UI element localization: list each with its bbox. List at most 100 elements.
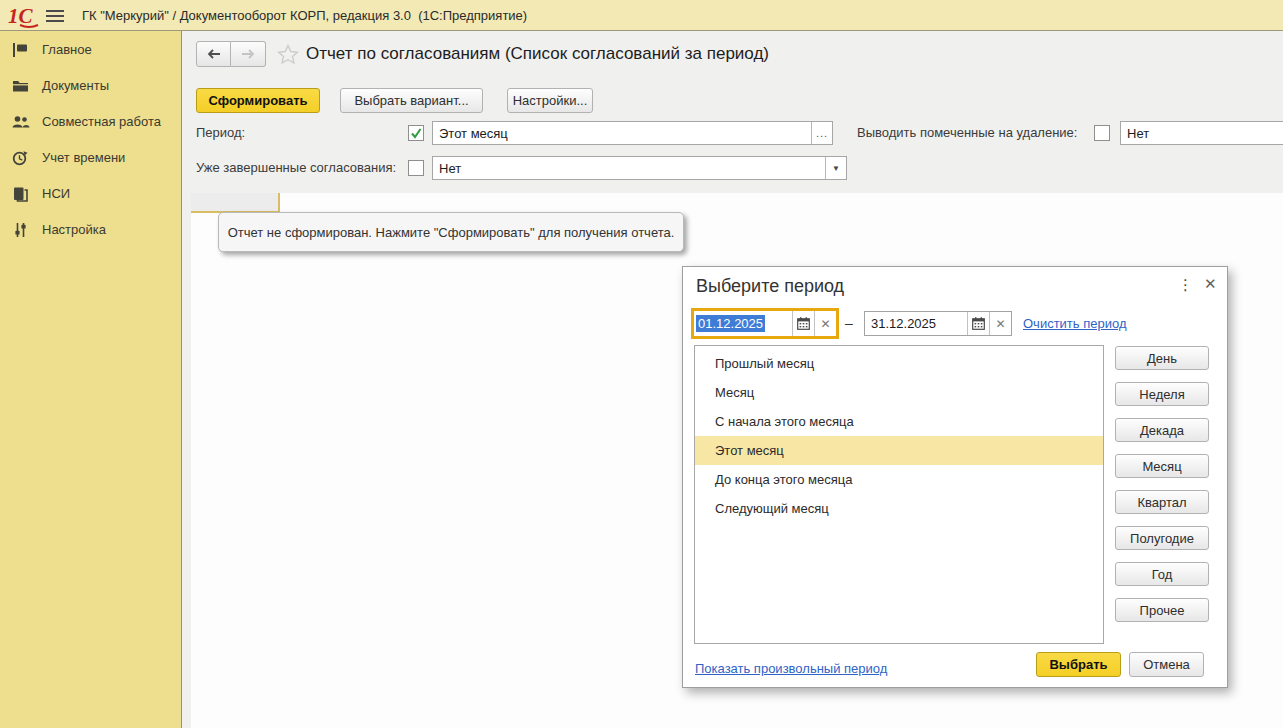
sidebar-item-collaboration[interactable]: Совместная работа: [0, 103, 181, 139]
period-unit-button[interactable]: Прочее: [1115, 598, 1209, 622]
date-from-clear-button[interactable]: ✕: [814, 311, 836, 336]
period-unit-buttons: День Неделя Декада Месяц Квартал Полугодие Год…: [1115, 346, 1209, 634]
book-icon: [12, 186, 29, 202]
finished-field[interactable]: Нет ▼: [432, 156, 847, 180]
flag-icon: [12, 42, 29, 58]
period-dialog: Выберите период ⋮ ✕ 01.12.2025 ✕ – 31.12…: [682, 266, 1228, 688]
deleted-field-value: Нет: [1121, 122, 1283, 144]
period-option-label: До конца этого месяца: [715, 472, 852, 487]
sidebar-item-documents[interactable]: Документы: [0, 67, 181, 103]
period-unit-label: Месяц: [1142, 459, 1181, 474]
cancel-button[interactable]: Отмена: [1129, 652, 1204, 677]
window-title: ГК "Меркурий" / Документооборот КОРП, ре…: [82, 8, 527, 23]
period-unit-label: Декада: [1140, 423, 1184, 438]
period-option-label: Следующий месяц: [715, 501, 829, 516]
sidebar-item-label: Настройка: [42, 222, 106, 237]
period-option-label: Этот месяц: [715, 443, 784, 458]
generate-button[interactable]: Сформировать: [196, 88, 320, 113]
date-from-input[interactable]: 01.12.2025: [694, 311, 792, 336]
deleted-checkbox[interactable]: [1094, 125, 1110, 141]
dialog-title: Выберите период: [696, 276, 844, 297]
period-field-value: Этот месяц: [433, 122, 811, 144]
period-option[interactable]: До конца этого месяца: [695, 465, 1103, 494]
calendar-icon: [797, 317, 810, 330]
clear-x-icon: ✕: [995, 317, 1005, 331]
date-to-input[interactable]: 31.12.2025: [865, 312, 967, 335]
period-unit-button[interactable]: Год: [1115, 562, 1209, 586]
finished-checkbox[interactable]: [408, 160, 424, 176]
page-title: Отчет по согласованиям (Список согласова…: [306, 44, 769, 64]
clock-icon: [12, 150, 29, 166]
period-checkbox[interactable]: [408, 125, 424, 141]
custom-period-link[interactable]: Показать произвольный период: [695, 661, 887, 676]
date-to-group: 31.12.2025 ✕: [864, 311, 1012, 336]
forward-arrow-icon: [240, 48, 256, 60]
period-unit-button[interactable]: День: [1115, 346, 1209, 370]
period-unit-button[interactable]: Полугодие: [1115, 526, 1209, 550]
select-button[interactable]: Выбрать: [1036, 652, 1121, 677]
back-button[interactable]: [196, 41, 231, 67]
date-from-group: 01.12.2025 ✕: [691, 308, 839, 339]
application-window: 1С ГК "Меркурий" / Документооборот КОРП,…: [0, 0, 1283, 728]
period-option[interactable]: Прошлый месяц: [695, 349, 1103, 378]
period-unit-button[interactable]: Декада: [1115, 418, 1209, 442]
dropdown-arrow-icon: ▼: [832, 164, 840, 173]
period-more-button[interactable]: ...: [811, 122, 832, 144]
date-to-calendar-button[interactable]: [967, 312, 989, 335]
date-to-value: 31.12.2025: [871, 316, 936, 331]
dialog-close-button[interactable]: ✕: [1204, 275, 1217, 293]
period-unit-label: Квартал: [1137, 495, 1186, 510]
deleted-label: Выводить помеченные на удаление:: [857, 121, 1077, 145]
period-unit-label: День: [1147, 351, 1177, 366]
sidebar-item-label: Совместная работа: [42, 114, 161, 129]
period-unit-label: Год: [1152, 567, 1173, 582]
date-from-calendar-button[interactable]: [792, 311, 814, 336]
period-options-list: Прошлый месяц Месяц С начала этого месяца Э…: [694, 345, 1104, 644]
clear-period-link[interactable]: Очистить период: [1023, 316, 1127, 331]
sidebar-item-settings[interactable]: Настройка: [0, 211, 181, 247]
finished-label: Уже завершенные согласования:: [196, 156, 396, 180]
period-field[interactable]: Этот месяц ...: [432, 121, 833, 145]
clear-x-icon: ✕: [820, 317, 830, 331]
favorite-star-icon[interactable]: [277, 44, 299, 65]
period-unit-label: Прочее: [1140, 603, 1185, 618]
period-unit-button[interactable]: Квартал: [1115, 490, 1209, 514]
period-option-label: Месяц: [715, 385, 754, 400]
dialog-menu-icon[interactable]: ⋮: [1178, 276, 1193, 294]
finished-field-value: Нет: [433, 157, 825, 179]
sidebar-item-label: Документы: [42, 78, 109, 93]
date-from-value: 01.12.2025: [696, 315, 765, 332]
settings-button[interactable]: Настройки...: [507, 88, 593, 113]
period-option[interactable]: Этот месяц: [695, 436, 1103, 465]
title-bar: 1С ГК "Меркурий" / Документооборот КОРП,…: [0, 0, 1283, 31]
sidebar-item-label: Учет времени: [42, 150, 125, 165]
period-option[interactable]: С начала этого месяца: [695, 407, 1103, 436]
finished-dropdown-button[interactable]: ▼: [825, 157, 846, 179]
date-to-clear-button[interactable]: ✕: [989, 312, 1011, 335]
back-arrow-icon: [206, 48, 222, 60]
sidebar-item-time-tracking[interactable]: Учет времени: [0, 139, 181, 175]
period-unit-button[interactable]: Неделя: [1115, 382, 1209, 406]
sliders-icon: [12, 222, 29, 238]
period-option[interactable]: Следующий месяц: [695, 494, 1103, 523]
ellipsis-icon: ...: [816, 127, 828, 139]
sidebar-item-nsi[interactable]: НСИ: [0, 175, 181, 211]
calendar-icon: [972, 317, 985, 330]
forward-button[interactable]: [231, 41, 266, 67]
period-unit-label: Неделя: [1139, 387, 1184, 402]
sidebar-item-label: НСИ: [42, 186, 70, 201]
deleted-field[interactable]: Нет: [1120, 121, 1283, 145]
check-icon: [410, 127, 423, 140]
period-label: Период:: [196, 121, 245, 145]
sidebar-item-label: Главное: [42, 42, 92, 57]
period-unit-button[interactable]: Месяц: [1115, 454, 1209, 478]
choose-variant-button[interactable]: Выбрать вариант...: [340, 88, 483, 113]
period-option-label: Прошлый месяц: [715, 356, 814, 371]
period-unit-label: Полугодие: [1130, 531, 1194, 546]
people-icon: [12, 114, 30, 130]
menu-icon[interactable]: [46, 10, 64, 23]
period-option[interactable]: Месяц: [695, 378, 1103, 407]
1c-logo-icon: 1С: [8, 4, 42, 28]
report-corner-cell[interactable]: [191, 193, 280, 213]
sidebar-item-main[interactable]: Главное: [0, 31, 181, 67]
